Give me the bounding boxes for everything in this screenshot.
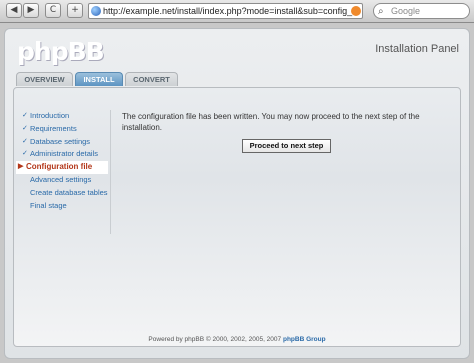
footer-link[interactable]: phpBB Group bbox=[283, 336, 326, 343]
step-label: Configuration file bbox=[26, 162, 93, 172]
step-menu: ✓ Introduction ✓ Requirements ✓ Database se… bbox=[16, 110, 108, 213]
address-bar[interactable]: http://example.net/install/index.php?mod… bbox=[88, 3, 363, 19]
step-database-settings[interactable]: ✓ Database settings bbox=[18, 136, 108, 149]
step-label: Advanced settings bbox=[30, 174, 92, 184]
check-icon: ✓ bbox=[22, 112, 28, 119]
check-icon: ✓ bbox=[22, 137, 28, 145]
footer-text: Powered by phpBB © 2000, 2002, 2005, 200… bbox=[148, 336, 282, 343]
search-field[interactable]: ⌕ Google bbox=[373, 3, 470, 19]
address-text: http://example.net/install/index.php?mod… bbox=[103, 6, 355, 16]
panel-title: Installation Panel bbox=[375, 43, 459, 55]
step-introduction[interactable]: ✓ Introduction bbox=[18, 110, 108, 123]
add-bookmark-button[interactable]: + bbox=[67, 3, 83, 18]
search-icon: ⌕ bbox=[378, 6, 384, 17]
tab-overview[interactable]: OVERVIEW bbox=[16, 72, 73, 86]
tab-install[interactable]: INSTALL bbox=[75, 72, 123, 86]
tab-convert[interactable]: CONVERT bbox=[125, 72, 178, 86]
back-button[interactable]: ◀ bbox=[6, 3, 22, 18]
step-requirements[interactable]: ✓ Requirements bbox=[18, 123, 108, 136]
content-area: ✓ Introduction ✓ Requirements ✓ Database se… bbox=[13, 87, 461, 347]
check-icon: ✓ bbox=[22, 150, 28, 158]
browser-toolbar: ◀ ▶ C + http://example.net/install/index… bbox=[0, 0, 474, 23]
step-label: Requirements bbox=[30, 123, 77, 133]
step-final-stage[interactable]: Final stage bbox=[18, 200, 108, 213]
forward-button[interactable]: ▶ bbox=[23, 3, 39, 18]
check-icon: ✓ bbox=[22, 124, 28, 132]
step-label: Final stage bbox=[30, 200, 67, 210]
menu-divider bbox=[110, 110, 111, 234]
step-administrator-details[interactable]: ✓ Administrator details bbox=[18, 148, 108, 161]
rss-icon[interactable] bbox=[351, 6, 361, 16]
page: phpBB Installation Panel OVERVIEW INSTAL… bbox=[0, 24, 474, 363]
proceed-button[interactable]: Proceed to next step bbox=[242, 139, 331, 153]
step-create-database-tables[interactable]: Create database tables bbox=[18, 187, 108, 200]
footer: Powered by phpBB © 2000, 2002, 2005, 200… bbox=[0, 336, 474, 343]
step-label: Introduction bbox=[30, 111, 70, 120]
step-configuration-file[interactable]: ▶ Configuration file bbox=[16, 161, 108, 174]
site-icon bbox=[91, 6, 101, 16]
search-placeholder: Google bbox=[391, 6, 421, 16]
step-label: Administrator details bbox=[30, 149, 98, 159]
step-advanced-settings[interactable]: Advanced settings bbox=[18, 174, 108, 187]
step-label: Create database tables bbox=[30, 187, 108, 197]
phpbb-logo[interactable]: phpBB bbox=[17, 37, 105, 66]
current-step-arrow-icon: ▶ bbox=[18, 163, 24, 171]
reload-button[interactable]: C bbox=[45, 3, 61, 18]
step-label: Database settings bbox=[30, 136, 91, 146]
status-message: The configuration file has been written.… bbox=[122, 112, 420, 132]
install-panel: phpBB Installation Panel OVERVIEW INSTAL… bbox=[4, 28, 470, 359]
